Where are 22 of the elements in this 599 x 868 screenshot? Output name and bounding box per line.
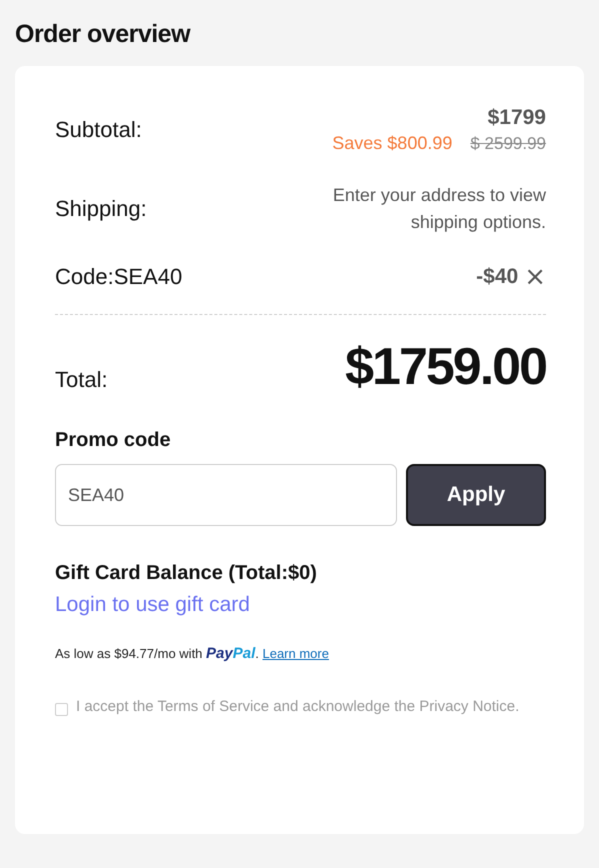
savings-text: Saves $800.99 — [332, 133, 452, 154]
promo-heading: Promo code — [55, 429, 172, 452]
promo-code-field[interactable]: SEA40 — [55, 464, 397, 526]
financing-note: As low as $94.77/mo with PayPal. Learn more — [55, 645, 330, 662]
original-price: $ 2599.99 — [470, 134, 546, 154]
shipping-label: Shipping: — [55, 196, 147, 222]
gift-card-heading: Gift Card Balance (Total:$0) — [55, 562, 318, 585]
terms-checkbox[interactable] — [55, 703, 68, 716]
subtotal-label: Subtotal: — [55, 117, 142, 143]
total-amount: $1759.00 — [345, 337, 546, 397]
gift-card-login-link[interactable]: Login to use gift card — [55, 593, 250, 617]
total-label: Total: — [55, 367, 108, 393]
terms-text: I accept the Terms of Service and acknowledge the Privacy Notice. — [76, 697, 520, 717]
page-title: Order overview — [15, 20, 192, 49]
learn-more-link[interactable]: Learn more — [262, 646, 329, 661]
discount-amount: -$40 — [476, 265, 518, 289]
apply-button[interactable]: Apply — [406, 464, 546, 526]
paypal-logo: PayPal — [206, 645, 256, 662]
remove-code-button[interactable]: × — [524, 264, 546, 290]
subtotal-price: $1799 — [488, 106, 546, 130]
code-label: Code:SEA40 — [55, 264, 182, 290]
shipping-note: Enter your address to view shipping options. — [332, 184, 546, 234]
